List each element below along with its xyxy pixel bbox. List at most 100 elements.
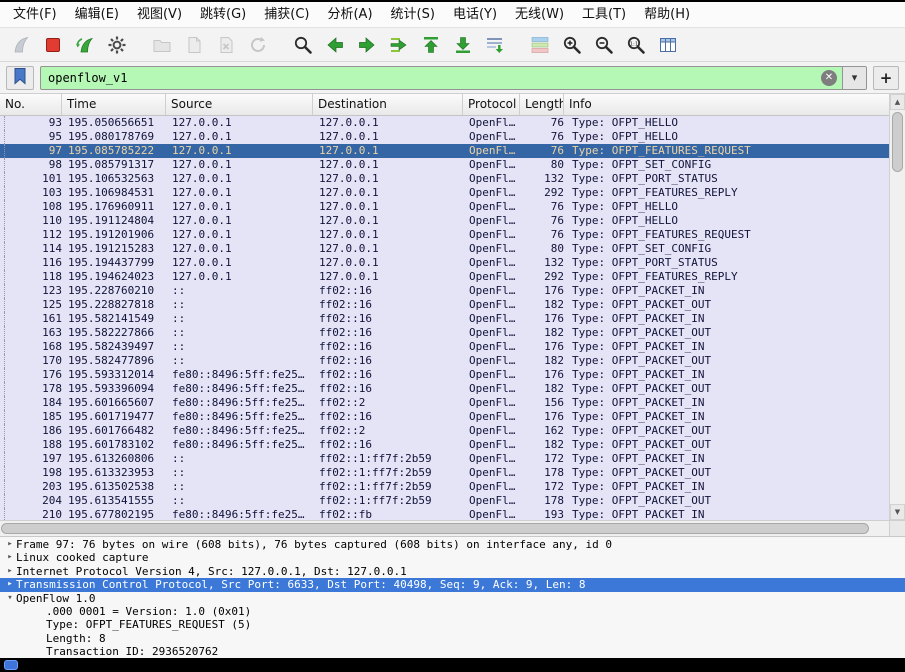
menu-analyze[interactable]: 分析(A) xyxy=(318,4,381,26)
column-header-length[interactable]: Length xyxy=(520,94,564,115)
scroll-down-button[interactable]: ▼ xyxy=(890,504,905,520)
vscroll-thumb[interactable] xyxy=(892,112,903,172)
packet-row-170[interactable]: 170 195.582477896:: ff02::16 OpenFl… 182 Type… xyxy=(0,354,889,368)
detail-line[interactable]: .000 0001 = Version: 1.0 (0x01) xyxy=(0,605,905,618)
packet-row-95[interactable]: 95 195.080178769 127.0.0.1 127.0.0.1 OpenFl…… xyxy=(0,130,889,144)
packet-row-210[interactable]: 210 195.677802195 fe80::8496:5ff:fe25… ff02… xyxy=(0,508,889,520)
hscroll-track[interactable] xyxy=(0,521,889,536)
zoom-original-button[interactable]: 1:1 xyxy=(622,31,650,59)
menu-wireless[interactable]: 无线(W) xyxy=(506,4,573,26)
horizontal-scrollbar[interactable] xyxy=(0,520,905,536)
find-packet-button[interactable] xyxy=(289,31,317,59)
column-header-time[interactable]: Time xyxy=(62,94,166,115)
expander-collapsed-icon[interactable]: ▸ xyxy=(0,551,16,564)
filter-dropdown-button[interactable]: ▾ xyxy=(842,66,866,89)
capture-options-button[interactable] xyxy=(103,31,131,59)
related-packet-gutter xyxy=(0,326,10,340)
menu-help[interactable]: 帮助(H) xyxy=(635,4,699,26)
column-header-no[interactable]: No. xyxy=(0,94,62,115)
packet-row-204[interactable]: 204 195.613541555:: ff02::1:ff7f:2b59 OpenF… xyxy=(0,494,889,508)
packet-row-198[interactable]: 198 195.613323953:: ff02::1:ff7f:2b59 OpenF… xyxy=(0,466,889,480)
column-header-destination[interactable]: Destination xyxy=(313,94,463,115)
menu-capture[interactable]: 捕获(C) xyxy=(255,4,318,26)
packet-row-112[interactable]: 112 195.191201906 127.0.0.1 127.0.0.1 OpenFl… xyxy=(0,228,889,242)
menu-telephony[interactable]: 电话(Y) xyxy=(444,4,506,26)
packet-row-108[interactable]: 108 195.176960911 127.0.0.1 127.0.0.1 OpenFl… xyxy=(0,200,889,214)
packet-row-93[interactable]: 93 195.050656651 127.0.0.1 127.0.0.1 OpenFl…… xyxy=(0,116,889,130)
expander-collapsed-icon[interactable]: ▸ xyxy=(0,538,16,551)
related-packet-gutter xyxy=(0,116,10,130)
packet-row-168[interactable]: 168 195.582439497:: ff02::16 OpenFl… 176 Type… xyxy=(0,340,889,354)
packet-row-161[interactable]: 161 195.582141549:: ff02::16 OpenFl… 176 Type… xyxy=(0,312,889,326)
packet-row-185[interactable]: 185 195.601719477 fe80::8496:5ff:fe25… ff02… xyxy=(0,410,889,424)
zoom-in-button[interactable] xyxy=(558,31,586,59)
menu-go[interactable]: 跳转(G) xyxy=(191,4,255,26)
packet-row-110[interactable]: 110 195.191124804 127.0.0.1 127.0.0.1 OpenFl… xyxy=(0,214,889,228)
packet-row-118[interactable]: 118 195.194624023 127.0.0.1 127.0.0.1 OpenFl… xyxy=(0,270,889,284)
menu-tools[interactable]: 工具(T) xyxy=(573,4,635,26)
packet-row-184[interactable]: 184 195.601665607 fe80::8496:5ff:fe25… ff02… xyxy=(0,396,889,410)
related-packet-gutter xyxy=(0,340,10,354)
cell-time: 195.191201906 xyxy=(68,228,155,241)
packet-row-163[interactable]: 163 195.582227866:: ff02::16 OpenFl… 182 Type… xyxy=(0,326,889,340)
scroll-up-button[interactable]: ▲ xyxy=(890,94,905,110)
column-header-info[interactable]: Info xyxy=(564,94,889,115)
packet-row-98[interactable]: 98 195.085791317 127.0.0.1 127.0.0.1 OpenFl…… xyxy=(0,158,889,172)
vertical-scrollbar[interactable]: ▲ ▼ xyxy=(889,94,905,520)
packet-row-188[interactable]: 188 195.601783102 fe80::8496:5ff:fe25… ff02… xyxy=(0,438,889,452)
filter-clear-icon[interactable]: ✕ xyxy=(821,69,837,86)
detail-line[interactable]: ▸ Frame 97: 76 bytes on wire (608 bits), … xyxy=(0,538,905,551)
expander-collapsed-icon[interactable]: ▸ xyxy=(0,578,16,591)
packet-row-125[interactable]: 125 195.228827818:: ff02::16 OpenFl… 182 Type… xyxy=(0,298,889,312)
restart-capture-button[interactable] xyxy=(71,31,99,59)
packet-row-203[interactable]: 203 195.613502538:: ff02::1:ff7f:2b59 OpenF… xyxy=(0,480,889,494)
colorize-packets-button[interactable] xyxy=(526,31,554,59)
packet-row-103[interactable]: 103 195.106984531 127.0.0.1 127.0.0.1 OpenFl… xyxy=(0,186,889,200)
packet-row-186[interactable]: 186 195.601766482 fe80::8496:5ff:fe25… ff02… xyxy=(0,424,889,438)
column-header-protocol[interactable]: Protocol xyxy=(463,94,520,115)
packet-row-114[interactable]: 114 195.191215283 127.0.0.1 127.0.0.1 OpenFl… xyxy=(0,242,889,256)
resize-columns-button[interactable] xyxy=(654,31,682,59)
detail-line[interactable]: Type: OFPT_FEATURES_REQUEST (5) xyxy=(0,618,905,631)
detail-line[interactable]: Transaction ID: 2936520762 xyxy=(0,645,905,658)
related-packet-gutter xyxy=(0,144,10,158)
stop-capture-button[interactable] xyxy=(39,31,67,59)
display-filter-input[interactable] xyxy=(41,66,821,89)
go-forward-button[interactable] xyxy=(353,31,381,59)
hscroll-thumb[interactable] xyxy=(1,523,869,534)
menu-view[interactable]: 视图(V) xyxy=(128,4,191,26)
go-first-packet-button[interactable] xyxy=(417,31,445,59)
filter-bookmark-button[interactable] xyxy=(6,65,34,90)
expert-info-icon[interactable] xyxy=(4,660,18,670)
detail-line[interactable]: ▾ OpenFlow 1.0 xyxy=(0,592,905,605)
packet-row-101[interactable]: 101 195.106532563 127.0.0.1 127.0.0.1 OpenFl… xyxy=(0,172,889,186)
packet-row-176[interactable]: 176 195.593312014 fe80::8496:5ff:fe25… ff02… xyxy=(0,368,889,382)
expander-collapsed-icon[interactable]: ▸ xyxy=(0,565,16,578)
packet-row-116[interactable]: 116 195.194437799 127.0.0.1 127.0.0.1 OpenFl… xyxy=(0,256,889,270)
add-filter-button[interactable]: + xyxy=(873,65,899,90)
go-to-packet-button[interactable] xyxy=(385,31,413,59)
packet-row-178[interactable]: 178 195.593396094 fe80::8496:5ff:fe25… ff02… xyxy=(0,382,889,396)
menu-file[interactable]: 文件(F) xyxy=(4,4,66,26)
detail-line[interactable]: ▸ Internet Protocol Version 4, Src: 127.0… xyxy=(0,565,905,578)
go-back-button[interactable] xyxy=(321,31,349,59)
zoom-out-button[interactable] xyxy=(590,31,618,59)
related-packet-gutter xyxy=(0,270,10,284)
packet-row-197[interactable]: 197 195.613260806:: ff02::1:ff7f:2b59 OpenF… xyxy=(0,452,889,466)
detail-line[interactable]: ▸ Transmission Control Protocol, Src Port… xyxy=(0,578,905,592)
packet-row-97[interactable]: 97 195.085785222 127.0.0.1 127.0.0.1 OpenFl…… xyxy=(0,144,889,158)
arrow-top-icon xyxy=(420,34,442,56)
auto-scroll-button[interactable] xyxy=(481,31,509,59)
cell-length: 80 xyxy=(550,242,564,255)
column-header-source[interactable]: Source xyxy=(166,94,313,115)
menu-edit[interactable]: 编辑(E) xyxy=(66,4,128,26)
detail-line[interactable]: ▸ Linux cooked capture xyxy=(0,551,905,564)
detail-line[interactable]: Length: 8 xyxy=(0,632,905,645)
expander-expanded-icon[interactable]: ▾ xyxy=(0,592,16,605)
packet-row-123[interactable]: 123 195.228760210:: ff02::16 OpenFl… 176 Type… xyxy=(0,284,889,298)
menu-statistics[interactable]: 统计(S) xyxy=(382,4,444,26)
cell-length: 156 xyxy=(544,396,564,409)
vscroll-track[interactable] xyxy=(890,110,905,504)
go-last-packet-button[interactable] xyxy=(449,31,477,59)
